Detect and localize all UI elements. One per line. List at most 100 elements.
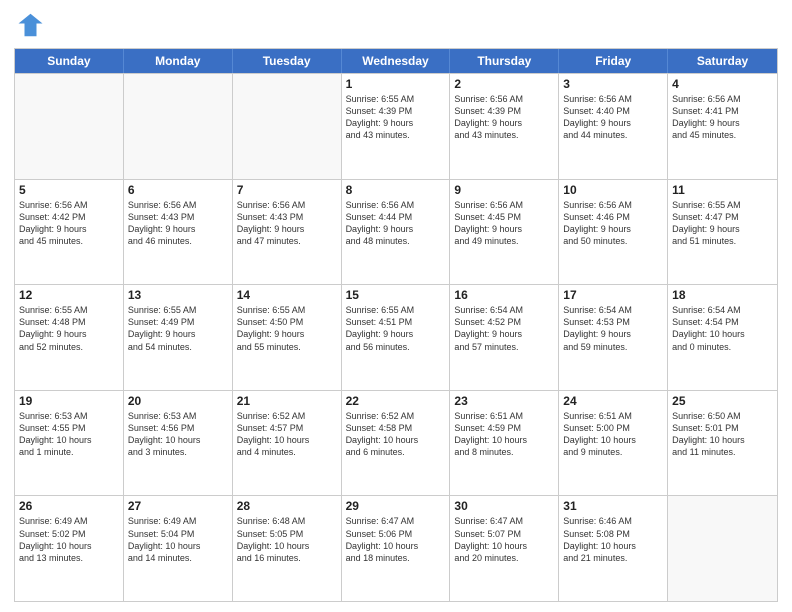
day-number: 22 [346, 394, 446, 408]
day-number: 4 [672, 77, 773, 91]
day-number: 10 [563, 183, 663, 197]
logo [14, 10, 48, 40]
weekday-header: Monday [124, 49, 233, 73]
calendar-cell: 10 Sunrise: 6:56 AM Sunset: 4:46 PM Dayli… [559, 180, 668, 285]
calendar-cell: 15 Sunrise: 6:55 AM Sunset: 4:51 PM Dayli… [342, 285, 451, 390]
calendar-row: 1 Sunrise: 6:55 AM Sunset: 4:39 PM Daylig… [15, 73, 777, 179]
cell-info: Sunrise: 6:55 AM Sunset: 4:49 PM Dayligh… [128, 304, 228, 353]
day-number: 8 [346, 183, 446, 197]
calendar-row: 5 Sunrise: 6:56 AM Sunset: 4:42 PM Daylig… [15, 179, 777, 285]
calendar-cell: 25Sunrise: 6:50 AM Sunset: 5:01 PM Dayli… [668, 391, 777, 496]
cell-info: Sunrise: 6:56 AM Sunset: 4:45 PM Dayligh… [454, 199, 554, 248]
cell-info: Sunrise: 6:56 AM Sunset: 4:43 PM Dayligh… [128, 199, 228, 248]
calendar-cell: 27 Sunrise: 6:49 AM Sunset: 5:04 PM Dayli… [124, 496, 233, 601]
calendar-cell: 24 Sunrise: 6:51 AM Sunset: 5:00 PM Dayli… [559, 391, 668, 496]
weekday-header: Friday [559, 49, 668, 73]
calendar-cell: 14 Sunrise: 6:55 AM Sunset: 4:50 PM Dayli… [233, 285, 342, 390]
calendar-cell: 11Sunrise: 6:55 AM Sunset: 4:47 PM Dayli… [668, 180, 777, 285]
cell-info: Sunrise: 6:55 AM Sunset: 4:51 PM Dayligh… [346, 304, 446, 353]
calendar-header: SundayMondayTuesdayWednesdayThursdayFrid… [15, 49, 777, 73]
calendar-cell: 26 Sunrise: 6:49 AM Sunset: 5:02 PM Dayli… [15, 496, 124, 601]
day-number: 21 [237, 394, 337, 408]
cell-info: Sunrise: 6:56 AM Sunset: 4:41 PM Dayligh… [672, 93, 773, 142]
day-number: 17 [563, 288, 663, 302]
cell-info: Sunrise: 6:54 AM Sunset: 4:54 PM Dayligh… [672, 304, 773, 353]
day-number: 31 [563, 499, 663, 513]
day-number: 19 [19, 394, 119, 408]
day-number: 7 [237, 183, 337, 197]
cell-info: Sunrise: 6:53 AM Sunset: 4:56 PM Dayligh… [128, 410, 228, 459]
cell-info: Sunrise: 6:54 AM Sunset: 4:52 PM Dayligh… [454, 304, 554, 353]
cell-info: Sunrise: 6:56 AM Sunset: 4:39 PM Dayligh… [454, 93, 554, 142]
day-number: 24 [563, 394, 663, 408]
calendar-cell: 13 Sunrise: 6:55 AM Sunset: 4:49 PM Dayli… [124, 285, 233, 390]
calendar-cell [233, 74, 342, 179]
calendar-cell [668, 496, 777, 601]
cell-info: Sunrise: 6:56 AM Sunset: 4:43 PM Dayligh… [237, 199, 337, 248]
day-number: 5 [19, 183, 119, 197]
day-number: 1 [346, 77, 446, 91]
calendar-cell: 22 Sunrise: 6:52 AM Sunset: 4:58 PM Dayli… [342, 391, 451, 496]
day-number: 29 [346, 499, 446, 513]
cell-info: Sunrise: 6:54 AM Sunset: 4:53 PM Dayligh… [563, 304, 663, 353]
calendar-row: 19 Sunrise: 6:53 AM Sunset: 4:55 PM Dayli… [15, 390, 777, 496]
cell-info: Sunrise: 6:56 AM Sunset: 4:40 PM Dayligh… [563, 93, 663, 142]
day-number: 18 [672, 288, 773, 302]
cell-info: Sunrise: 6:53 AM Sunset: 4:55 PM Dayligh… [19, 410, 119, 459]
cell-info: Sunrise: 6:55 AM Sunset: 4:48 PM Dayligh… [19, 304, 119, 353]
day-number: 15 [346, 288, 446, 302]
calendar-cell: 8 Sunrise: 6:56 AM Sunset: 4:44 PM Daylig… [342, 180, 451, 285]
calendar-cell: 30 Sunrise: 6:47 AM Sunset: 5:07 PM Dayli… [450, 496, 559, 601]
cell-info: Sunrise: 6:48 AM Sunset: 5:05 PM Dayligh… [237, 515, 337, 564]
calendar-cell: 21 Sunrise: 6:52 AM Sunset: 4:57 PM Dayli… [233, 391, 342, 496]
calendar-cell: 29 Sunrise: 6:47 AM Sunset: 5:06 PM Dayli… [342, 496, 451, 601]
calendar-row: 12Sunrise: 6:55 AM Sunset: 4:48 PM Dayli… [15, 284, 777, 390]
calendar-cell: 19 Sunrise: 6:53 AM Sunset: 4:55 PM Dayli… [15, 391, 124, 496]
cell-info: Sunrise: 6:56 AM Sunset: 4:46 PM Dayligh… [563, 199, 663, 248]
cell-info: Sunrise: 6:52 AM Sunset: 4:58 PM Dayligh… [346, 410, 446, 459]
day-number: 23 [454, 394, 554, 408]
page-header [14, 10, 778, 40]
cell-info: Sunrise: 6:55 AM Sunset: 4:50 PM Dayligh… [237, 304, 337, 353]
day-number: 9 [454, 183, 554, 197]
calendar-row: 26 Sunrise: 6:49 AM Sunset: 5:02 PM Dayli… [15, 495, 777, 601]
day-number: 13 [128, 288, 228, 302]
day-number: 28 [237, 499, 337, 513]
calendar-cell: 2Sunrise: 6:56 AM Sunset: 4:39 PM Daylig… [450, 74, 559, 179]
cell-info: Sunrise: 6:51 AM Sunset: 5:00 PM Dayligh… [563, 410, 663, 459]
cell-info: Sunrise: 6:56 AM Sunset: 4:42 PM Dayligh… [19, 199, 119, 248]
calendar-cell: 5 Sunrise: 6:56 AM Sunset: 4:42 PM Daylig… [15, 180, 124, 285]
calendar: SundayMondayTuesdayWednesdayThursdayFrid… [14, 48, 778, 602]
calendar-cell [15, 74, 124, 179]
page-container: SundayMondayTuesdayWednesdayThursdayFrid… [0, 0, 792, 612]
day-number: 14 [237, 288, 337, 302]
weekday-header: Sunday [15, 49, 124, 73]
cell-info: Sunrise: 6:47 AM Sunset: 5:06 PM Dayligh… [346, 515, 446, 564]
day-number: 26 [19, 499, 119, 513]
calendar-cell: 31Sunrise: 6:46 AM Sunset: 5:08 PM Dayli… [559, 496, 668, 601]
cell-info: Sunrise: 6:56 AM Sunset: 4:44 PM Dayligh… [346, 199, 446, 248]
cell-info: Sunrise: 6:52 AM Sunset: 4:57 PM Dayligh… [237, 410, 337, 459]
day-number: 30 [454, 499, 554, 513]
calendar-cell: 23 Sunrise: 6:51 AM Sunset: 4:59 PM Dayli… [450, 391, 559, 496]
weekday-header: Thursday [450, 49, 559, 73]
calendar-cell: 9 Sunrise: 6:56 AM Sunset: 4:45 PM Daylig… [450, 180, 559, 285]
day-number: 20 [128, 394, 228, 408]
calendar-cell: 28 Sunrise: 6:48 AM Sunset: 5:05 PM Dayli… [233, 496, 342, 601]
day-number: 3 [563, 77, 663, 91]
logo-icon [14, 10, 44, 40]
day-number: 27 [128, 499, 228, 513]
calendar-body: 1 Sunrise: 6:55 AM Sunset: 4:39 PM Daylig… [15, 73, 777, 601]
cell-info: Sunrise: 6:51 AM Sunset: 4:59 PM Dayligh… [454, 410, 554, 459]
cell-info: Sunrise: 6:55 AM Sunset: 4:39 PM Dayligh… [346, 93, 446, 142]
cell-info: Sunrise: 6:55 AM Sunset: 4:47 PM Dayligh… [672, 199, 773, 248]
cell-info: Sunrise: 6:49 AM Sunset: 5:04 PM Dayligh… [128, 515, 228, 564]
cell-info: Sunrise: 6:47 AM Sunset: 5:07 PM Dayligh… [454, 515, 554, 564]
calendar-cell: 3 Sunrise: 6:56 AM Sunset: 4:40 PM Daylig… [559, 74, 668, 179]
weekday-header: Wednesday [342, 49, 451, 73]
calendar-cell: 18 Sunrise: 6:54 AM Sunset: 4:54 PM Dayli… [668, 285, 777, 390]
calendar-cell: 6Sunrise: 6:56 AM Sunset: 4:43 PM Daylig… [124, 180, 233, 285]
cell-info: Sunrise: 6:49 AM Sunset: 5:02 PM Dayligh… [19, 515, 119, 564]
cell-info: Sunrise: 6:50 AM Sunset: 5:01 PM Dayligh… [672, 410, 773, 459]
calendar-cell: 20 Sunrise: 6:53 AM Sunset: 4:56 PM Dayli… [124, 391, 233, 496]
